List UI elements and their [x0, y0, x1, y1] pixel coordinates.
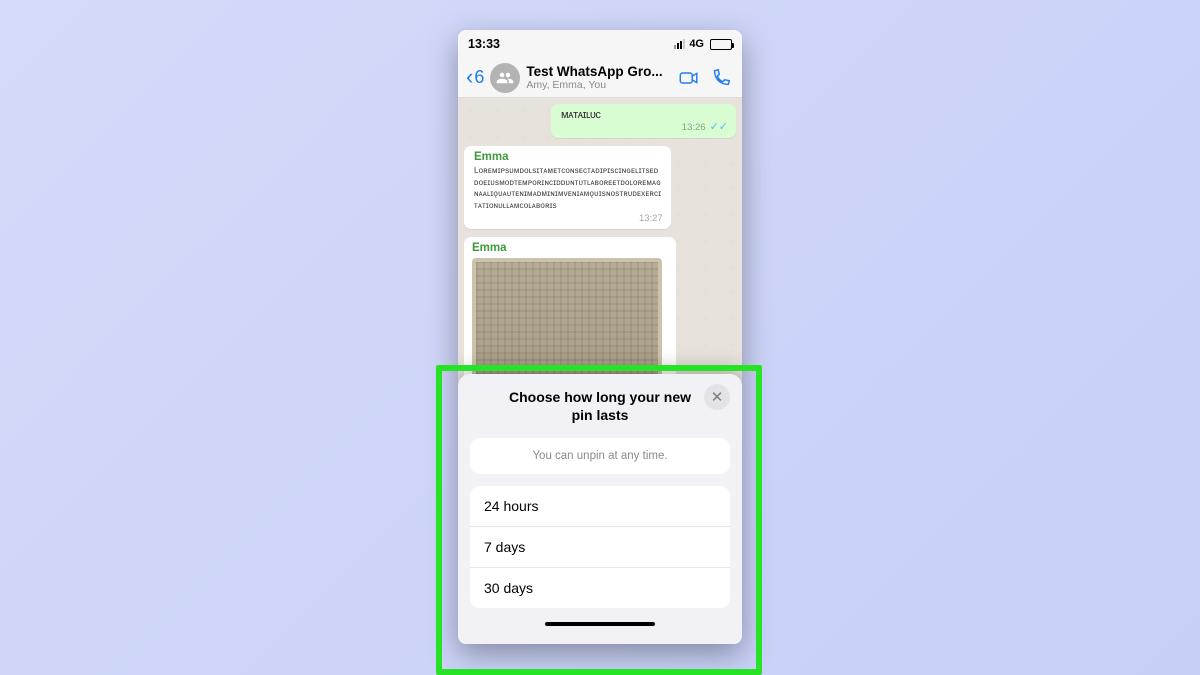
message-text: ᴍᴀᴛᴀɪʟᴜᴄ	[561, 109, 728, 121]
voice-call-button[interactable]	[708, 67, 734, 89]
sender-name: Emma	[474, 151, 663, 163]
option-30-days[interactable]: 30 days	[470, 568, 730, 608]
option-7-days[interactable]: 7 days	[470, 527, 730, 568]
group-icon	[496, 69, 514, 87]
back-count: 6	[474, 67, 484, 88]
pin-duration-sheet: ✕ Choose how long your new pin lasts You…	[458, 374, 742, 644]
outgoing-message[interactable]: ᴍᴀᴛᴀɪʟᴜᴄ 13:26 ✓✓	[551, 104, 736, 138]
status-bar: 13:33 4G	[458, 30, 742, 58]
home-indicator[interactable]	[545, 622, 655, 626]
signal-bars-icon	[674, 39, 685, 49]
back-button[interactable]: ‹ 6	[466, 67, 484, 89]
option-24-hours[interactable]: 24 hours	[470, 486, 730, 527]
phone-icon	[710, 67, 732, 89]
chevron-left-icon: ‹	[466, 66, 473, 88]
sheet-title: Choose how long your new pin lasts	[470, 388, 730, 424]
chat-title: Test WhatsApp Gro...	[526, 64, 670, 79]
sheet-hint: You can unpin at any time.	[470, 438, 730, 474]
message-text: Lᴏʀᴇᴍɪᴘsᴜᴍᴅᴏʟsɪᴛᴀᴍᴇᴛᴄᴏɴsᴇᴄᴛᴀᴅɪᴘɪsᴄɪɴɢᴇʟɪ…	[474, 165, 663, 211]
phone-frame: 13:33 4G ‹ 6 Test WhatsApp Gro... Amy, E…	[458, 30, 742, 644]
network-label: 4G	[689, 38, 704, 50]
read-ticks-icon: ✓✓	[710, 122, 728, 133]
video-call-button[interactable]	[676, 67, 702, 89]
duration-options: 24 hours 7 days 30 days	[470, 486, 730, 608]
sender-name: Emma	[472, 242, 671, 254]
chat-navbar: ‹ 6 Test WhatsApp Gro... Amy, Emma, You	[458, 58, 742, 98]
status-time: 13:33	[468, 37, 500, 51]
group-avatar[interactable]	[490, 63, 520, 93]
chat-subtitle: Amy, Emma, You	[526, 79, 670, 91]
chat-body[interactable]: ᴍᴀᴛᴀɪʟᴜᴄ 13:26 ✓✓ Emma Lᴏʀᴇᴍɪᴘsᴜᴍᴅᴏʟsɪᴛᴀ…	[458, 98, 742, 644]
close-icon: ✕	[711, 388, 724, 406]
chat-title-block[interactable]: Test WhatsApp Gro... Amy, Emma, You	[526, 64, 670, 91]
incoming-message[interactable]: Emma Lᴏʀᴇᴍɪᴘsᴜᴍᴅᴏʟsɪᴛᴀᴍᴇᴛᴄᴏɴsᴇᴄᴛᴀᴅɪᴘɪsᴄɪ…	[464, 146, 671, 229]
battery-icon	[710, 39, 732, 50]
video-icon	[678, 67, 700, 89]
close-button[interactable]: ✕	[704, 384, 730, 410]
message-time: 13:26	[682, 122, 706, 133]
status-right: 4G	[674, 38, 732, 50]
message-time: 13:27	[474, 213, 663, 224]
